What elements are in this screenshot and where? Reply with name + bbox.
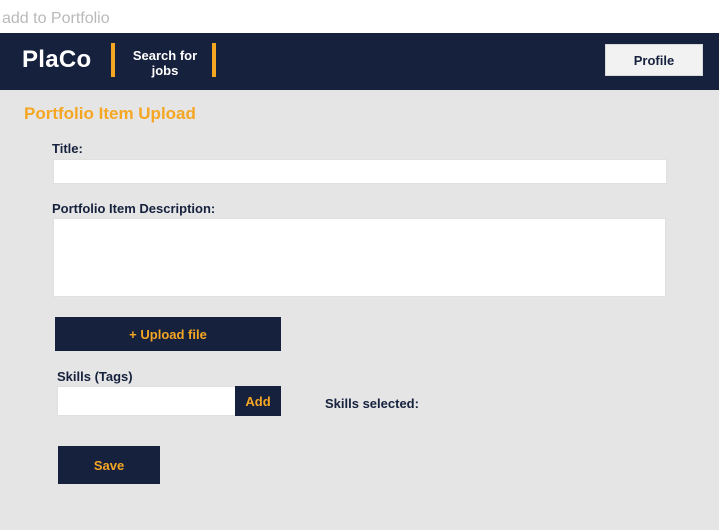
profile-button[interactable]: Profile xyxy=(605,44,703,76)
nav-divider-left xyxy=(111,43,115,77)
navbar: PlaCo Search for jobs Profile xyxy=(0,33,719,90)
save-button[interactable]: Save xyxy=(58,446,160,484)
upload-file-button[interactable]: + Upload file xyxy=(55,317,281,351)
description-label: Portfolio Item Description: xyxy=(52,201,216,216)
title-input[interactable] xyxy=(53,159,667,184)
page-title: Portfolio Item Upload xyxy=(24,104,196,123)
add-skill-button[interactable]: Add xyxy=(235,386,281,416)
nav-divider-right xyxy=(212,43,216,77)
logo[interactable]: PlaCo xyxy=(22,46,92,74)
frame-title: add to Portfolio xyxy=(2,10,110,27)
title-label: Title: xyxy=(52,141,83,156)
upload-form: Portfolio Item Upload Title: Portfolio I… xyxy=(0,90,719,530)
skills-selected-label: Skills selected: xyxy=(325,396,419,411)
description-textarea[interactable] xyxy=(53,218,666,297)
skills-label: Skills (Tags) xyxy=(57,369,133,384)
skills-input[interactable] xyxy=(57,386,236,416)
search-jobs-link[interactable]: Search for jobs xyxy=(123,48,207,78)
